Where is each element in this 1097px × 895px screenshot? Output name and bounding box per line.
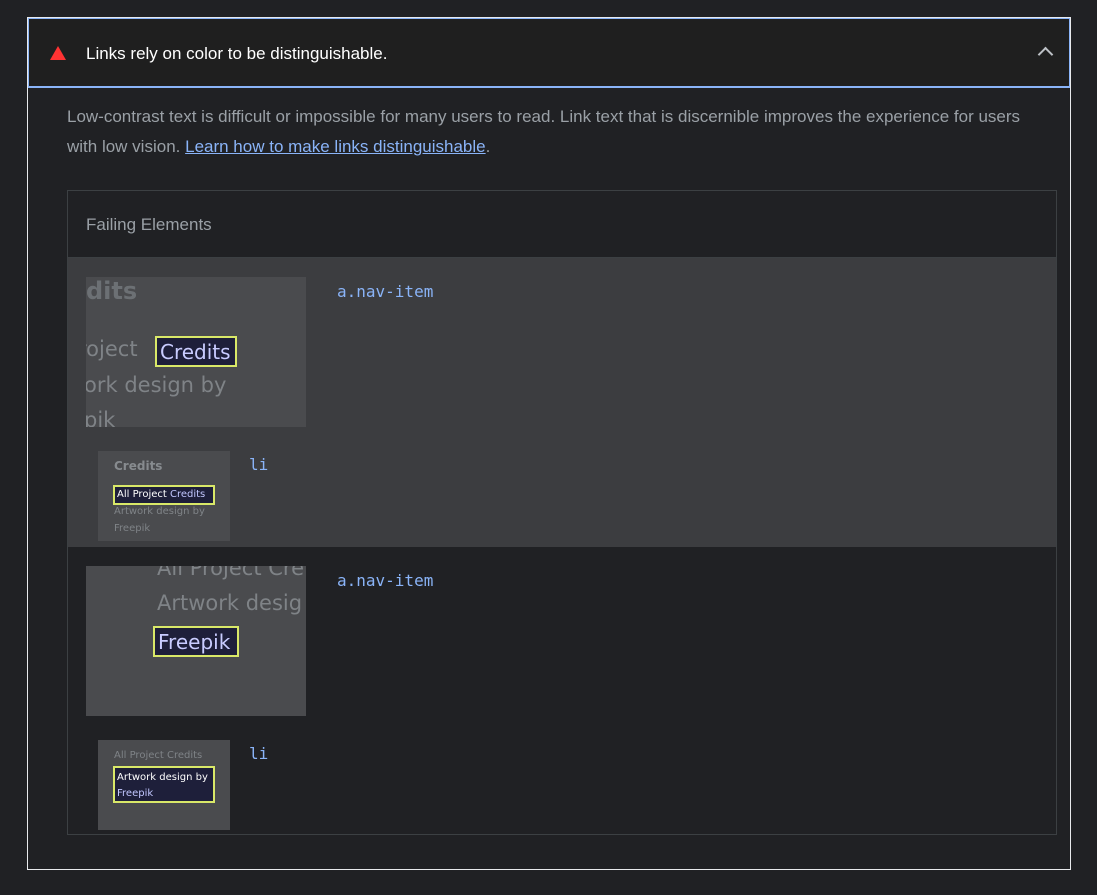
element-screenshot: All Project Cre Artwork desig Freepik <box>86 566 306 716</box>
element-sub-selector: li <box>249 744 269 763</box>
screenshot-text: pik <box>86 408 116 427</box>
screenshot-text: All Project Credits <box>114 750 203 761</box>
element-selector: a.nav-item <box>337 571 434 590</box>
screenshot-text: roject <box>86 337 138 361</box>
highlight-line: Artwork design by <box>117 772 208 783</box>
screenshot-text: Credits <box>114 459 163 473</box>
chevron-up-icon[interactable] <box>1037 46 1054 63</box>
element-sub-selector: li <box>249 455 269 474</box>
screenshot-text: ork design by <box>86 373 227 397</box>
table-row[interactable]: All Project Cre Artwork desig Freepik a.… <box>68 547 1056 835</box>
highlighted-element: Freepik <box>153 626 239 657</box>
audit-header[interactable]: Links rely on color to be distinguishabl… <box>28 18 1070 88</box>
screenshot-text: Freepik <box>114 523 151 534</box>
audit-panel: Links rely on color to be distinguishabl… <box>27 17 1071 870</box>
audit-title: Links rely on color to be distinguishabl… <box>86 44 388 63</box>
screenshot-text: All Project Cre <box>157 566 304 580</box>
screenshot-text: Artwork desig <box>157 591 303 615</box>
learn-more-link[interactable]: Learn how to make links distinguishable <box>185 137 486 156</box>
description-end: . <box>485 137 491 156</box>
element-screenshot: All Project Credits Artwork design by Fre… <box>98 740 230 830</box>
table-row[interactable]: dits roject Credits ork design by pik a.… <box>68 258 1056 547</box>
highlight-line: Freepik <box>117 788 154 799</box>
table-header: Failing Elements <box>68 191 1056 258</box>
element-selector: a.nav-item <box>337 282 434 301</box>
fail-triangle-icon <box>50 46 66 60</box>
element-screenshot: Credits All Project Credits Artwork desi… <box>98 451 230 541</box>
highlighted-element: Credits <box>155 336 237 367</box>
highlight-link: Credits <box>169 489 206 500</box>
screenshot-text: Artwork design by <box>114 506 205 517</box>
audit-description: Low-contrast text is difficult or imposs… <box>67 102 1047 162</box>
element-screenshot: dits roject Credits ork design by pik <box>86 277 306 427</box>
highlighted-element: Artwork design by Freepik <box>113 766 215 803</box>
highlight-prefix: All Project <box>117 489 167 500</box>
highlighted-element: All Project Credits <box>113 485 215 505</box>
screenshot-text: dits <box>86 277 138 305</box>
failing-elements-table: Failing Elements dits roject Credits ork… <box>67 190 1057 835</box>
table-heading: Failing Elements <box>86 215 212 234</box>
